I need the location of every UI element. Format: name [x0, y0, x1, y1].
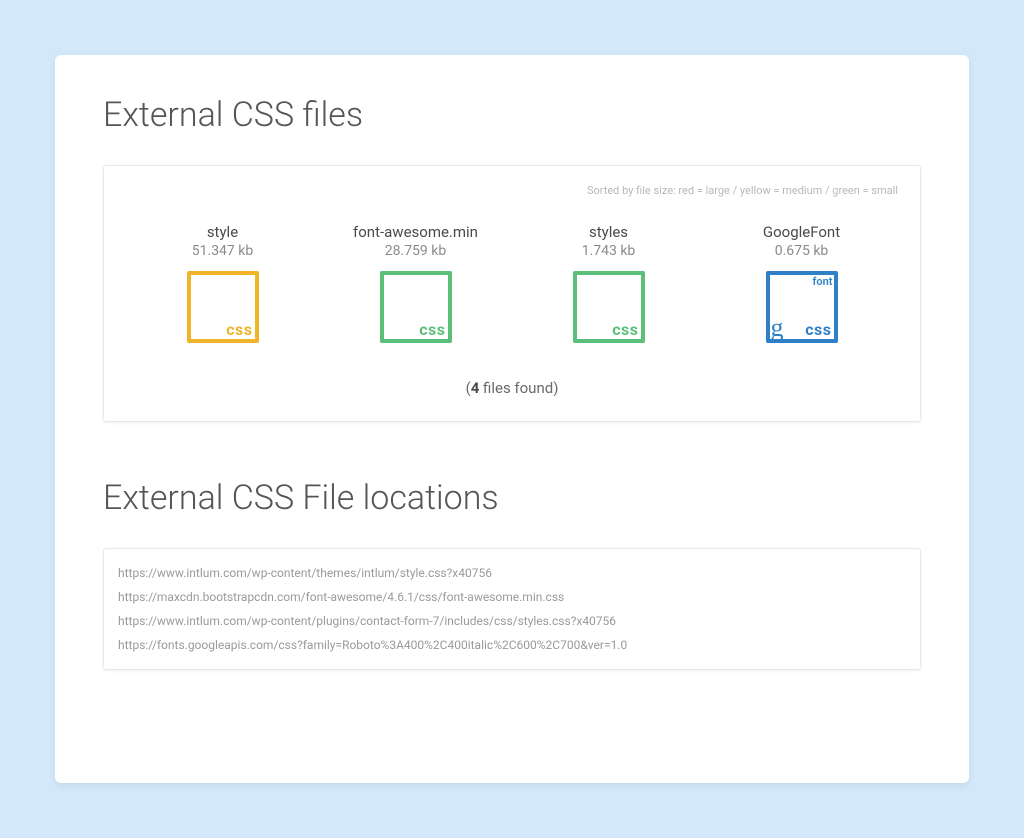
file-size: 28.759 kb — [319, 243, 512, 259]
css-files-panel: Sorted by file size: red = large / yello… — [103, 165, 921, 422]
css-file-icon: css — [126, 271, 319, 343]
css-icon-label: css — [805, 320, 831, 339]
location-url: https://www.intlum.com/wp-content/themes… — [118, 561, 906, 585]
file-name: GoogleFont — [705, 223, 898, 241]
main-card: External CSS files Sorted by file size: … — [55, 55, 969, 783]
css-icon-label: css — [226, 320, 252, 339]
section-title-locations: External CSS File locations — [103, 478, 921, 518]
file-name: style — [126, 223, 319, 241]
file-name: styles — [512, 223, 705, 241]
file-name: font-awesome.min — [319, 223, 512, 241]
css-icon-label: css — [612, 320, 638, 339]
css-icon-label: css — [419, 320, 445, 339]
file-size: 1.743 kb — [512, 243, 705, 259]
location-url: https://www.intlum.com/wp-content/plugin… — [118, 609, 906, 633]
file-item: GoogleFont 0.675 kb font g css — [705, 223, 898, 343]
file-item: styles 1.743 kb css — [512, 223, 705, 343]
files-row: style 51.347 kb css font-awesome.min 28.… — [126, 223, 898, 343]
section-title-css-files: External CSS files — [103, 95, 921, 135]
css-file-icon: css — [319, 271, 512, 343]
file-item: font-awesome.min 28.759 kb css — [319, 223, 512, 343]
font-tag: font — [813, 275, 833, 288]
files-found-label: (4 files found) — [126, 379, 898, 397]
locations-panel: https://www.intlum.com/wp-content/themes… — [103, 548, 921, 670]
file-size: 0.675 kb — [705, 243, 898, 259]
file-size: 51.347 kb — [126, 243, 319, 259]
google-font-icon: font g css — [705, 271, 898, 343]
sort-note: Sorted by file size: red = large / yello… — [126, 184, 898, 197]
css-file-icon: css — [512, 271, 705, 343]
location-url: https://fonts.googleapis.com/css?family=… — [118, 633, 906, 657]
file-item: style 51.347 kb css — [126, 223, 319, 343]
g-letter-icon: g — [771, 315, 784, 341]
location-url: https://maxcdn.bootstrapcdn.com/font-awe… — [118, 585, 906, 609]
